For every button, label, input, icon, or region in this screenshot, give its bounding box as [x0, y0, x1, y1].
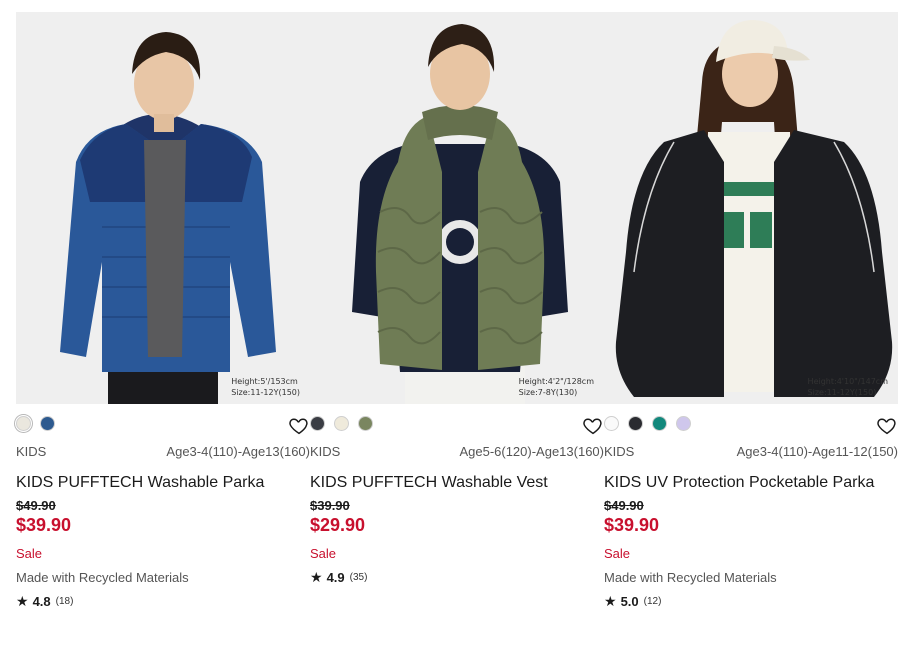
model-size-note: Height:5'/153cm Size:11-12Y(150): [231, 377, 300, 397]
swatch-olive[interactable]: [358, 416, 373, 432]
review-count: (18): [55, 595, 74, 607]
heart-icon[interactable]: [582, 415, 604, 437]
sale-flag: Sale: [16, 546, 43, 561]
sale-price: $39.90: [16, 515, 72, 535]
category-label: KIDS: [16, 444, 47, 459]
star-icon: ★: [16, 592, 29, 609]
rating: ★ 4.9 (35): [310, 568, 604, 586]
swatch-lavender[interactable]: [676, 416, 691, 432]
rating-score: 4.8: [32, 593, 51, 609]
product-card[interactable]: Height:5'/153cm Size:11-12Y(150) KIDS Ag…: [16, 12, 310, 610]
recycled-note: Made with Recycled Materials: [16, 570, 189, 585]
product-name[interactable]: KIDS PUFFTECH Washable Vest: [310, 468, 604, 497]
review-count: (35): [349, 571, 368, 583]
product-name[interactable]: KIDS UV Protection Pocketable Parka: [604, 468, 898, 497]
sale-flag: Sale: [310, 546, 337, 561]
product-image[interactable]: Height:4'10"/147cm Size:11-12Y(150): [604, 12, 898, 404]
color-swatches: [604, 415, 898, 443]
swatch-white[interactable]: [604, 416, 619, 432]
color-swatches: [310, 415, 604, 443]
color-swatches: [16, 415, 310, 443]
rating: ★ 5.0 (12): [604, 592, 898, 610]
swatch-natural[interactable]: [334, 416, 349, 432]
product-card[interactable]: Height:4'2"/128cm Size:7-8Y(130) KIDS Ag…: [310, 12, 604, 586]
product-card[interactable]: Height:4'10"/147cm Size:11-12Y(150) KIDS…: [604, 12, 898, 610]
category-label: KIDS: [604, 444, 635, 459]
swatch-dark-gray[interactable]: [310, 416, 325, 432]
age-range: Age3-4(110)-Age13(160): [166, 444, 310, 459]
recycled-note: Made with Recycled Materials: [604, 570, 777, 585]
rating-score: 4.9: [326, 569, 345, 585]
rating-score: 5.0: [620, 593, 639, 609]
product-meta: KIDS Age3-4(110)-Age11-12(150): [604, 444, 898, 462]
model-size-note: Height:4'10"/147cm Size:11-12Y(150): [807, 377, 888, 397]
product-meta: KIDS Age3-4(110)-Age13(160): [16, 444, 310, 462]
sale-flag: Sale: [604, 546, 631, 561]
original-price: $49.90: [604, 498, 644, 513]
star-icon: ★: [310, 568, 323, 585]
age-range: Age5-6(120)-Age13(160): [459, 444, 604, 459]
age-range: Age3-4(110)-Age11-12(150): [736, 444, 898, 459]
star-icon: ★: [604, 592, 617, 609]
product-name[interactable]: KIDS PUFFTECH Washable Parka: [16, 468, 310, 497]
swatch-blue[interactable]: [40, 416, 55, 432]
product-image[interactable]: Height:5'/153cm Size:11-12Y(150): [16, 12, 310, 404]
review-count: (12): [643, 595, 662, 607]
model-size-note: Height:4'2"/128cm Size:7-8Y(130): [518, 377, 594, 397]
original-price: $49.90: [16, 498, 56, 513]
product-image[interactable]: Height:4'2"/128cm Size:7-8Y(130): [310, 12, 604, 404]
swatch-black[interactable]: [628, 416, 643, 432]
swatch-off-white[interactable]: [16, 416, 31, 432]
sale-price: $39.90: [604, 515, 660, 535]
category-label: KIDS: [310, 444, 341, 459]
product-meta: KIDS Age5-6(120)-Age13(160): [310, 444, 604, 462]
rating: ★ 4.8 (18): [16, 592, 310, 610]
swatch-teal[interactable]: [652, 416, 667, 432]
original-price: $39.90: [310, 498, 350, 513]
sale-price: $29.90: [310, 515, 366, 535]
product-grid: Height:5'/153cm Size:11-12Y(150) KIDS Ag…: [0, 0, 908, 659]
heart-icon[interactable]: [876, 415, 898, 437]
heart-icon[interactable]: [288, 415, 310, 437]
